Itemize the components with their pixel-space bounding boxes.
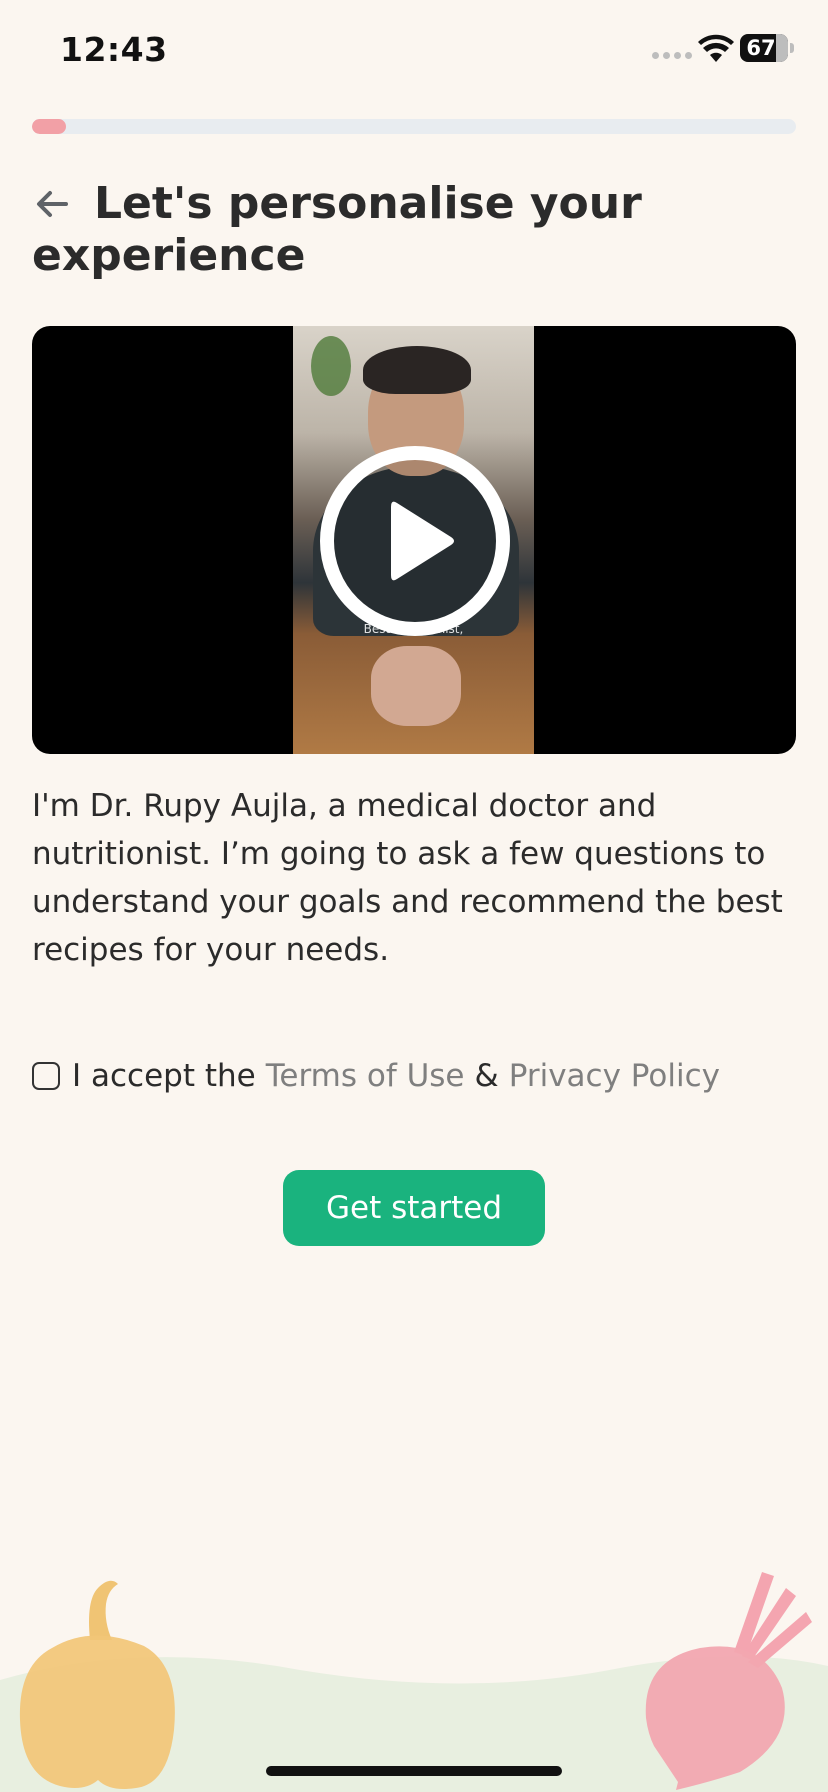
home-indicator[interactable] <box>266 1766 562 1776</box>
terms-checkbox[interactable] <box>32 1062 60 1090</box>
page-header: Let's personalise your experience <box>32 178 792 282</box>
get-started-button[interactable]: Get started <box>283 1170 545 1246</box>
intro-text: I'm Dr. Rupy Aujla, a medical doctor and… <box>32 788 783 968</box>
battery-level: 67 <box>746 36 776 60</box>
pepper-illustration <box>19 1580 175 1789</box>
terms-acceptance: I accept the Terms of Use & Privacy Poli… <box>32 1058 720 1094</box>
beet-illustration <box>645 1572 812 1790</box>
page-title: Let's personalise your experience <box>32 178 642 281</box>
privacy-policy-link[interactable]: Privacy Policy <box>509 1058 720 1094</box>
status-bar: 12:43 67 <box>0 0 828 100</box>
progress-fill <box>32 119 67 134</box>
status-time: 12:43 <box>60 30 168 69</box>
battery-tip <box>790 43 794 53</box>
thumbnail-plant <box>311 336 351 396</box>
thumbnail-hands <box>371 646 461 726</box>
terms-prefix: I accept the <box>72 1058 256 1094</box>
cellular-signal-icon <box>652 52 692 59</box>
terms-separator: & <box>474 1058 499 1094</box>
wifi-icon <box>698 34 734 62</box>
onboarding-progress-bar <box>32 119 796 134</box>
thumbnail-hair <box>363 346 471 394</box>
terms-of-use-link[interactable]: Terms of Use <box>266 1058 465 1094</box>
battery-icon: 67 <box>740 34 788 62</box>
intro-video-player[interactable]: Best nutritionist, <box>32 326 796 754</box>
play-icon[interactable] <box>315 441 515 641</box>
arrow-left-icon[interactable] <box>32 186 72 222</box>
